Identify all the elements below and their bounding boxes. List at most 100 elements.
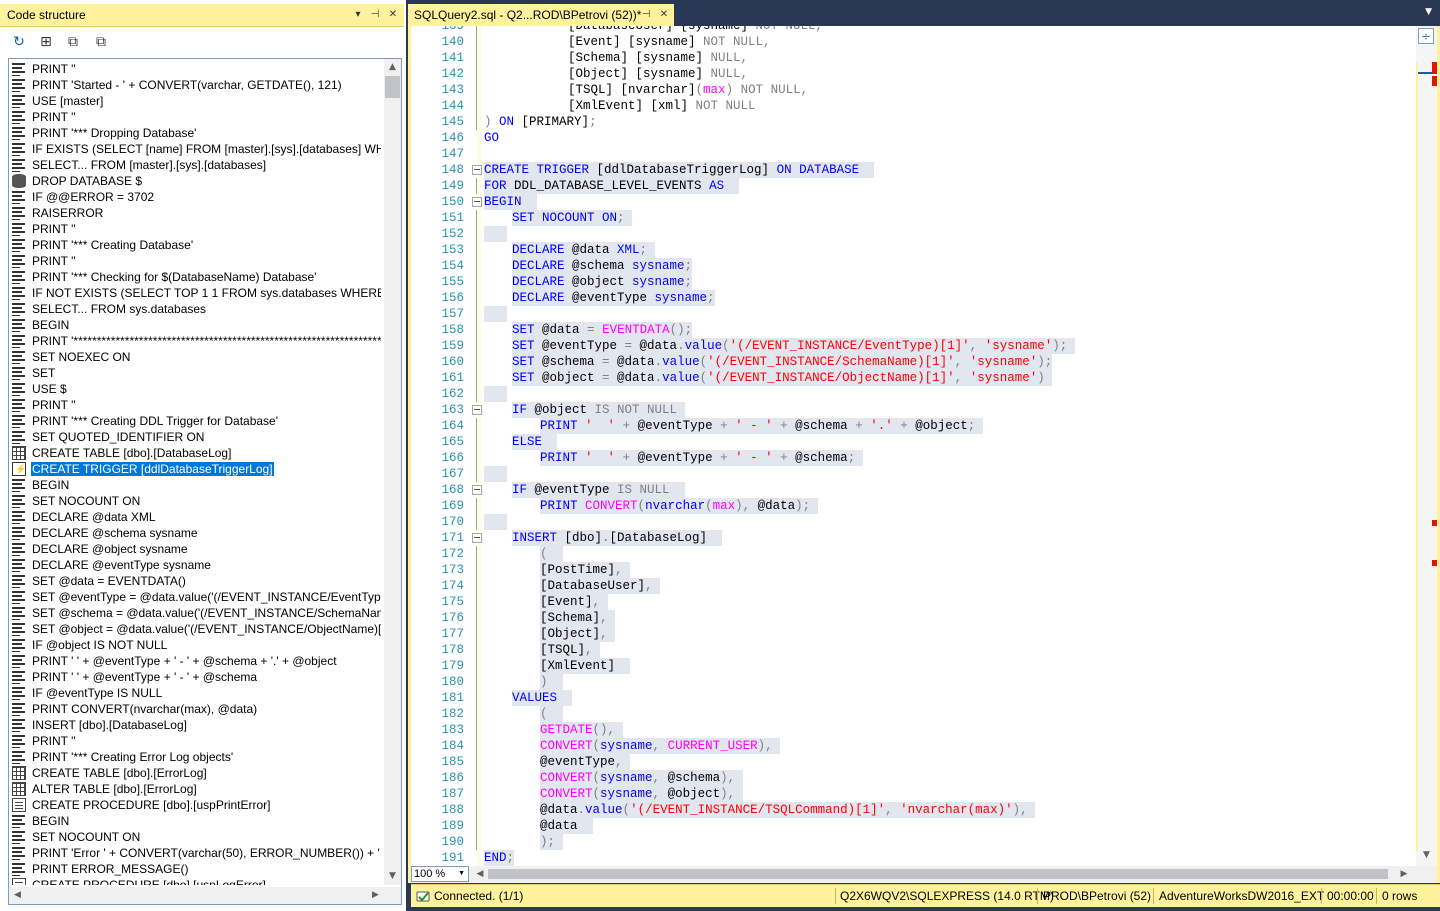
code-line[interactable]: 175 [Event],	[411, 594, 1416, 610]
tree-item[interactable]: INSERT [dbo].[DatabaseLog]	[9, 717, 381, 733]
collapse-region-icon[interactable]	[472, 485, 482, 495]
code-line[interactable]: 149 FOR DDL_DATABASE_LEVEL_EVENTS AS	[411, 178, 1416, 194]
tree-item[interactable]: DECLARE @schema sysname	[9, 525, 381, 541]
code-line[interactable]: 145) ON [PRIMARY];	[411, 114, 1416, 130]
tree-item[interactable]: IF NOT EXISTS (SELECT TOP 1 1 FROM sys.d…	[9, 285, 381, 301]
code-line[interactable]: 174 [DatabaseUser],	[411, 578, 1416, 594]
code-line[interactable]: 162	[411, 386, 1416, 402]
tree-item[interactable]: PRINT ' ' + @eventType + ' - ' + @schema	[9, 669, 381, 685]
tree-item[interactable]: SET NOCOUNT ON	[9, 829, 381, 845]
scroll-down-icon[interactable]: ▼	[384, 868, 401, 885]
tree-item[interactable]: BEGIN	[9, 317, 381, 333]
code-line[interactable]: 154 DECLARE @schema sysname;	[411, 258, 1416, 274]
tree-item[interactable]: SET @eventType = @data.value('(/EVENT_IN…	[9, 589, 381, 605]
scroll-right-icon[interactable]: ▶	[367, 887, 384, 904]
code-line[interactable]: 177 [Object],	[411, 626, 1416, 642]
code-line[interactable]: 180)	[411, 674, 1416, 690]
code-line[interactable]: 150 BEGIN	[411, 194, 1416, 210]
code-line[interactable]: 156 DECLARE @eventType sysname;	[411, 290, 1416, 306]
tree-item[interactable]: DROP DATABASE $	[9, 173, 381, 189]
code-line[interactable]: 153 DECLARE @data XML;	[411, 242, 1416, 258]
code-line[interactable]: 191 END;	[411, 850, 1416, 866]
code-line[interactable]: 172 (	[411, 546, 1416, 562]
code-line[interactable]: 143 [TSQL] [nvarchar](max) NOT NULL,	[411, 82, 1416, 98]
tree-item[interactable]: DECLARE @data XML	[9, 509, 381, 525]
tree-item[interactable]: CREATE PROCEDURE [dbo].[uspLogError]	[9, 877, 381, 885]
editor-vertical-scrollbar[interactable]: ÷ ▼	[1416, 26, 1437, 866]
tree-item[interactable]: CREATE PROCEDURE [dbo].[uspPrintError]	[9, 797, 381, 813]
code-line[interactable]: 186 CONVERT(sysname, @schema),	[411, 770, 1416, 786]
tree-item[interactable]: IF @eventType IS NULL	[9, 685, 381, 701]
tree-item[interactable]: SET QUOTED_IDENTIFIER ON	[9, 429, 381, 445]
tree-item[interactable]: CREATE TABLE [dbo].[DatabaseLog]	[9, 445, 381, 461]
code-line[interactable]: 190);	[411, 834, 1416, 850]
code-line[interactable]: 165 ELSE	[411, 434, 1416, 450]
tree-item[interactable]: PRINT '*** Dropping Database'	[9, 125, 381, 141]
tree-item[interactable]: SET NOEXEC ON	[9, 349, 381, 365]
code-line[interactable]: 179 [XmlEvent]	[411, 658, 1416, 674]
zoom-dropdown[interactable]: 100 % ▼	[411, 866, 469, 882]
code-line[interactable]: 183 GETDATE(),	[411, 722, 1416, 738]
tree-item[interactable]: USE $	[9, 381, 381, 397]
code-line[interactable]: 142 [Object] [sysname] NULL,	[411, 66, 1416, 82]
tree-item[interactable]: RAISERROR	[9, 205, 381, 221]
code-line[interactable]: 171 INSERT [dbo].[DatabaseLog]	[411, 530, 1416, 546]
code-line[interactable]: 168 IF @eventType IS NULL	[411, 482, 1416, 498]
tree-item[interactable]: SET NOCOUNT ON	[9, 493, 381, 509]
tree-item[interactable]: CREATE TRIGGER [ddlDatabaseTriggerLog]	[9, 461, 381, 477]
scroll-up-icon[interactable]: ▲	[384, 59, 401, 76]
collapse-all-icon[interactable]: ⧉	[92, 33, 110, 51]
code-line[interactable]: 140 [Event] [sysname] NOT NULL,	[411, 34, 1416, 50]
tree-item[interactable]: SET	[9, 365, 381, 381]
tree-item[interactable]: USE [master]	[9, 93, 381, 109]
tab-list-dropdown-icon[interactable]: ▼	[1425, 7, 1432, 17]
tree-item[interactable]: PRINT 'Error ' + CONVERT(varchar(50), ER…	[9, 845, 381, 861]
close-icon[interactable]: ✕	[386, 7, 400, 23]
code-line[interactable]: 166 PRINT ' ' + @eventType + ' - ' + @sch…	[411, 450, 1416, 466]
collapse-region-icon[interactable]	[472, 197, 482, 207]
tree-item[interactable]: PRINT CONVERT(nvarchar(max), @data)	[9, 701, 381, 717]
tree-item[interactable]: PRINT ''	[9, 253, 381, 269]
code-line[interactable]: 159 SET @eventType = @data.value('(/EVENT…	[411, 338, 1416, 354]
collapse-region-icon[interactable]	[472, 533, 482, 543]
code-line[interactable]: 173 [PostTime],	[411, 562, 1416, 578]
code-line[interactable]: 161 SET @object = @data.value('(/EVENT_IN…	[411, 370, 1416, 386]
code-line[interactable]: 148 CREATE TRIGGER [ddlDatabaseTriggerLog…	[411, 162, 1416, 178]
code-structure-tree[interactable]: PRINT '' PRINT 'Started - ' + CONVERT(var…	[8, 58, 402, 905]
tree-horizontal-scrollbar[interactable]: ◀ ▶	[9, 887, 384, 904]
code-line[interactable]: 178 [TSQL],	[411, 642, 1416, 658]
pin-icon[interactable]: ⊣	[368, 7, 382, 23]
scroll-right-icon[interactable]: ▶	[1398, 867, 1410, 881]
tree-item[interactable]: SET @data = EVENTDATA()	[9, 573, 381, 589]
scroll-thumb[interactable]	[385, 76, 400, 98]
code-line[interactable]: 139 [DatabaseUser] [sysname] NOT NULL,	[411, 26, 1416, 34]
scroll-thumb[interactable]	[488, 869, 1388, 879]
tree-item[interactable]: CREATE TABLE [dbo].[ErrorLog]	[9, 765, 381, 781]
tree-item[interactable]: BEGIN	[9, 813, 381, 829]
code-line[interactable]: 151 SET NOCOUNT ON;	[411, 210, 1416, 226]
code-line[interactable]: 146 GO	[411, 130, 1416, 146]
code-line[interactable]: 144 [XmlEvent] [xml] NOT NULL	[411, 98, 1416, 114]
code-line[interactable]: 181 VALUES	[411, 690, 1416, 706]
editor-horizontal-scrollbar[interactable]: ◀ ▶	[474, 867, 1410, 881]
tree-item[interactable]: PRINT ' ' + @eventType + ' - ' + @schema…	[9, 653, 381, 669]
code-line[interactable]: 155 DECLARE @object sysname;	[411, 274, 1416, 290]
tree-item[interactable]: PRINT ''	[9, 397, 381, 413]
tree-item[interactable]: PRINT ''	[9, 733, 381, 749]
tree-item[interactable]: DECLARE @object sysname	[9, 541, 381, 557]
tree-item[interactable]: PRINT ''	[9, 109, 381, 125]
tree-item[interactable]: IF @object IS NOT NULL	[9, 637, 381, 653]
scroll-down-icon[interactable]: ▼	[1418, 850, 1435, 864]
tree-item[interactable]: PRINT 'Started - ' + CONVERT(varchar, GE…	[9, 77, 381, 93]
code-line[interactable]: 157	[411, 306, 1416, 322]
code-line[interactable]: 182 (	[411, 706, 1416, 722]
code-line[interactable]: 176 [Schema],	[411, 610, 1416, 626]
panel-menu-dropdown-icon[interactable]: ▾	[351, 7, 365, 23]
code-line[interactable]: 141 [Schema] [sysname] NULL,	[411, 50, 1416, 66]
error-marker[interactable]	[1432, 520, 1437, 526]
code-line[interactable]: 187 CONVERT(sysname, @object),	[411, 786, 1416, 802]
code-line[interactable]: 188 @data.value('(/EVENT_INSTANCE/TSQLCom…	[411, 802, 1416, 818]
split-window-icon[interactable]: ÷	[1418, 28, 1434, 44]
code-line[interactable]: 152	[411, 226, 1416, 242]
scroll-left-icon[interactable]: ◀	[9, 887, 26, 904]
